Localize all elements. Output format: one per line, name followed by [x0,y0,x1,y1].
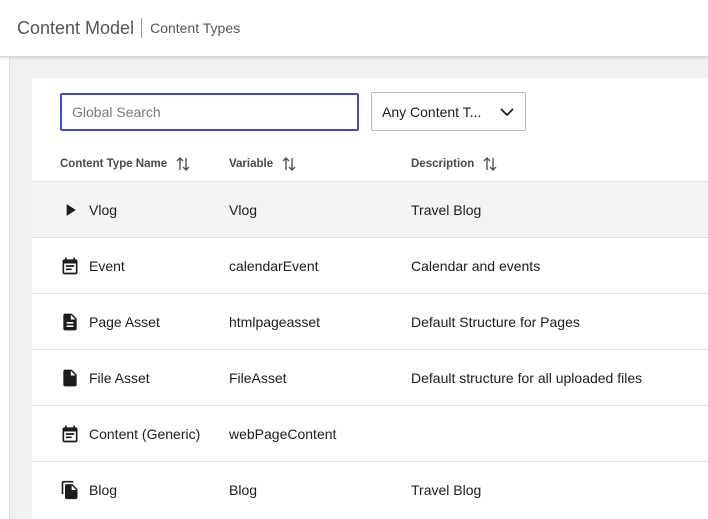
sort-icon[interactable] [175,156,191,172]
cell-variable: calendarEvent [229,257,319,274]
table-row[interactable]: File Asset FileAsset Default structure f… [32,349,708,405]
content-types-table: Vlog Vlog Travel Blog Event calendarEven… [32,181,708,517]
document-icon [63,313,77,330]
cell-variable: htmlpageasset [229,313,321,330]
column-header-label: Content Type Name [60,158,168,170]
column-header-name[interactable]: Content Type Name [60,146,191,182]
page-title: Content Model [17,17,135,38]
calendar-icon [62,257,78,274]
content-type-filter-value: Any Content T... [382,103,482,120]
file-icon [63,369,77,386]
cell-description: Calendar and events [411,257,541,274]
content-type-name: Vlog [89,201,118,218]
content-type-name: Event [89,257,125,274]
top-bar: Content Model Content Types [0,0,708,57]
cell-name: Page Asset [60,294,160,349]
column-header-variable[interactable]: Variable [229,146,297,182]
cell-description: Travel Blog [411,481,482,498]
cell-name: Blog [60,462,117,517]
chevron-down-icon [500,108,514,116]
calendar-icon [62,425,78,442]
cell-name: Event [60,238,125,293]
content-type-filter-dropdown[interactable]: Any Content T... [371,92,526,131]
table-header: Content Type Name Variable Description [32,146,708,182]
table-row[interactable]: Page Asset htmlpageasset Default Structu… [32,293,708,349]
content-type-name: Blog [89,481,118,498]
column-header-label: Description [411,158,475,170]
play-arrow-icon [66,203,76,216]
sort-icon[interactable] [482,156,498,172]
content-type-name: Content (Generic) [89,425,201,442]
global-search-input[interactable] [60,93,359,131]
table-row[interactable]: Content (Generic) webPageContent [32,405,708,461]
content-type-name: File Asset [89,369,150,386]
table-row[interactable]: Event calendarEvent Calendar and events [32,237,708,293]
sidebar-strip [0,57,10,519]
content-types-panel: Any Content T... Content Type Name Varia… [32,78,708,519]
breadcrumb[interactable]: Content Types [150,20,240,36]
cell-description: Default structure for all uploaded files [411,369,643,386]
cell-variable: FileAsset [229,369,287,386]
sort-icon[interactable] [281,156,297,172]
cell-name: Content (Generic) [60,406,200,461]
cell-description: Default Structure for Pages [411,313,580,330]
cell-variable: webPageContent [229,425,337,442]
file-copy-icon [61,480,78,499]
cell-variable: Vlog [229,201,258,218]
table-row[interactable]: Blog Blog Travel Blog [32,461,708,517]
cell-description: Travel Blog [411,201,482,218]
cell-name: File Asset [60,350,150,405]
cell-name: Vlog [60,182,117,237]
cell-variable: Blog [229,481,258,498]
column-header-description[interactable]: Description [411,146,498,182]
table-row[interactable]: Vlog Vlog Travel Blog [32,181,708,237]
breadcrumb-separator [141,18,143,38]
content-type-name: Page Asset [89,313,160,330]
column-header-label: Variable [229,158,274,170]
